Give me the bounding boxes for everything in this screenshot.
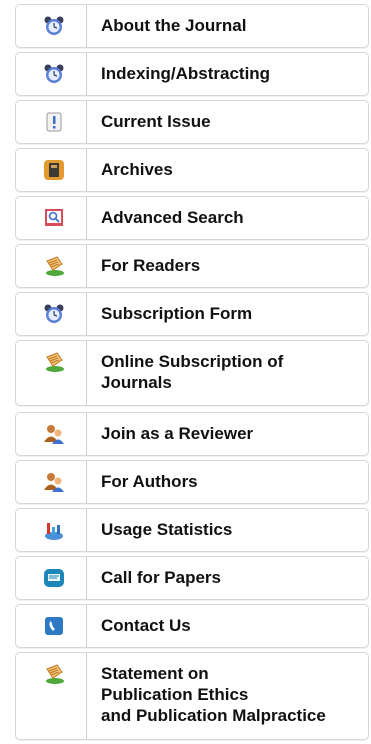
menu-item-label: For Readers <box>101 256 201 275</box>
menu-icon-cell <box>16 245 87 287</box>
archive-book-icon <box>43 159 65 181</box>
statistics-chart-icon <box>43 519 65 541</box>
alarm-clock-icon <box>43 303 65 325</box>
alarm-clock-icon <box>43 15 65 37</box>
menu-item-label: Current Issue <box>101 112 211 131</box>
alarm-clock-icon <box>43 63 65 85</box>
menu-item-publication-ethics[interactable]: Statement on Publication Ethics and Publ… <box>15 652 369 740</box>
menu-icon-cell <box>16 101 87 143</box>
menu-item-call-for-papers[interactable]: Call for Papers <box>15 556 369 600</box>
menu-icon-cell <box>16 653 87 739</box>
menu-icon-cell <box>16 509 87 551</box>
menu-item-label: Indexing/Abstracting <box>101 64 271 83</box>
menu-item-label: Usage Statistics <box>101 520 233 539</box>
menu-icon-cell <box>16 341 87 405</box>
menu-item-label: Advanced Search <box>101 208 244 227</box>
reader-hand-icon <box>43 351 65 373</box>
menu-icon-cell <box>16 413 87 455</box>
menu-item-label: About the Journal <box>101 16 247 35</box>
menu-item-for-authors[interactable]: For Authors <box>15 460 369 504</box>
users-icon <box>43 423 65 445</box>
menu-item-label: Statement on Publication Ethics and Publ… <box>101 664 326 725</box>
menu-item-label: Archives <box>101 160 173 179</box>
menu-item-contact-us[interactable]: Contact Us <box>15 604 369 648</box>
menu-icon-cell <box>16 53 87 95</box>
menu-item-join-as-reviewer[interactable]: Join as a Reviewer <box>15 412 369 456</box>
menu-item-advanced-search[interactable]: Advanced Search <box>15 196 369 240</box>
menu-icon-cell <box>16 461 87 503</box>
papers-card-icon <box>43 567 65 589</box>
menu-item-subscription-form[interactable]: Subscription Form <box>15 292 369 336</box>
menu-item-archives[interactable]: Archives <box>15 148 369 192</box>
menu-item-about-the-journal[interactable]: About the Journal <box>15 4 369 48</box>
search-book-icon <box>43 207 65 229</box>
menu-item-label: Contact Us <box>101 616 191 635</box>
menu-item-label: Subscription Form <box>101 304 253 323</box>
reader-hand-icon <box>43 255 65 277</box>
menu-icon-cell <box>16 197 87 239</box>
menu-icon-cell <box>16 293 87 335</box>
menu-icon-cell <box>16 5 87 47</box>
menu-item-for-readers[interactable]: For Readers <box>15 244 369 288</box>
menu-icon-cell <box>16 149 87 191</box>
menu-item-indexing-abstracting[interactable]: Indexing/Abstracting <box>15 52 369 96</box>
menu-item-label: For Authors <box>101 472 198 491</box>
menu-icon-cell <box>16 557 87 599</box>
reader-hand-icon <box>43 663 65 685</box>
menu-item-current-issue[interactable]: Current Issue <box>15 100 369 144</box>
document-exclamation-icon <box>43 111 65 133</box>
menu-item-label: Join as a Reviewer <box>101 424 254 443</box>
menu-item-online-subscription[interactable]: Online Subscription of Journals <box>15 340 369 406</box>
menu-item-usage-statistics[interactable]: Usage Statistics <box>15 508 369 552</box>
menu-icon-cell <box>16 605 87 647</box>
menu-item-label: Online Subscription of Journals <box>101 352 284 392</box>
phone-icon <box>43 615 65 637</box>
menu-item-label: Call for Papers <box>101 568 221 587</box>
users-icon <box>43 471 65 493</box>
